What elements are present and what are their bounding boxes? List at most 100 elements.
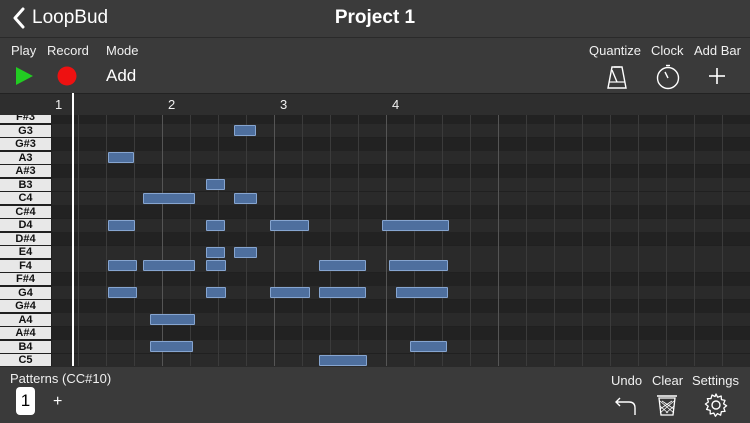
midi-note[interactable]	[389, 260, 448, 272]
piano-key[interactable]: F4	[0, 259, 51, 272]
midi-note[interactable]	[396, 287, 448, 299]
clear-label: Clear	[652, 373, 684, 388]
grid-line	[554, 115, 555, 366]
note-lane[interactable]	[52, 205, 750, 218]
piano-key[interactable]: A#4	[0, 327, 51, 340]
undo-button[interactable]	[614, 394, 638, 416]
grid-line	[414, 115, 415, 366]
midi-note[interactable]	[270, 219, 309, 231]
midi-note[interactable]	[319, 354, 367, 366]
playhead[interactable]	[72, 93, 74, 366]
midi-note[interactable]	[206, 246, 225, 258]
midi-note[interactable]	[410, 341, 447, 353]
timer-icon	[656, 64, 680, 90]
midi-note[interactable]	[270, 287, 310, 299]
grid-line	[134, 115, 135, 366]
piano-key[interactable]: D4	[0, 219, 51, 232]
piano-key[interactable]: D#4	[0, 232, 51, 245]
midi-note[interactable]	[108, 260, 137, 272]
piano-key[interactable]: E4	[0, 246, 51, 259]
midi-note[interactable]	[150, 341, 193, 353]
midi-note[interactable]	[234, 125, 256, 137]
note-lane[interactable]	[52, 164, 750, 178]
piano-key[interactable]: C#4	[0, 205, 51, 218]
metronome-icon	[607, 66, 627, 89]
piano-key[interactable]: G#3	[0, 138, 51, 151]
piano-key[interactable]: C4	[0, 192, 51, 205]
midi-note[interactable]	[143, 192, 195, 204]
note-lane[interactable]	[52, 115, 750, 124]
midi-note[interactable]	[234, 246, 257, 258]
piano-key[interactable]: B4	[0, 340, 51, 353]
note-lane[interactable]	[52, 124, 750, 137]
midi-note[interactable]	[150, 314, 195, 326]
midi-note[interactable]	[234, 192, 257, 204]
clear-button[interactable]	[656, 394, 678, 416]
clock-label: Clock	[651, 43, 684, 58]
grid-line	[442, 115, 443, 366]
midi-note[interactable]	[108, 287, 137, 299]
grid-line	[582, 115, 583, 366]
midi-note[interactable]	[108, 152, 134, 164]
pattern-1-button[interactable]: 1	[16, 387, 35, 415]
piano-key[interactable]: G3	[0, 124, 51, 137]
grid-line	[330, 115, 331, 366]
record-button[interactable]	[57, 66, 77, 86]
trash-basket-icon	[657, 395, 677, 416]
midi-note[interactable]	[382, 219, 449, 231]
note-lane[interactable]	[52, 353, 750, 366]
midi-note[interactable]	[206, 287, 226, 299]
piano-key[interactable]: A#3	[0, 165, 51, 178]
midi-note[interactable]	[319, 260, 366, 272]
piano-key[interactable]: C5	[0, 354, 51, 366]
piano-key[interactable]: A3	[0, 151, 51, 164]
clock-button[interactable]	[655, 64, 681, 90]
mode-selector[interactable]: Add	[106, 66, 136, 86]
patterns-label: Patterns (CC#10)	[10, 371, 112, 386]
note-lane[interactable]	[52, 232, 750, 245]
record-icon	[57, 66, 77, 86]
grid-line	[470, 115, 471, 366]
settings-button[interactable]	[704, 393, 728, 417]
note-lane[interactable]	[52, 299, 750, 313]
note-lane[interactable]	[52, 272, 750, 286]
grid-line	[386, 115, 387, 366]
undo-icon	[615, 397, 636, 415]
piano-key[interactable]: G#4	[0, 300, 51, 313]
note-lane[interactable]	[52, 137, 750, 151]
play-button[interactable]	[14, 66, 34, 86]
piano-key[interactable]: F#3	[0, 115, 51, 124]
piano-roll-grid[interactable]: F#3 G3 G#3 A3 A#3 B3 C4 C#4 D4 D#4 E4 F4 F#4 G4 G#4 A4 A…	[0, 115, 750, 366]
midi-note[interactable]	[319, 287, 366, 299]
piano-key[interactable]: F#4	[0, 273, 51, 286]
add-bar-button[interactable]	[707, 66, 727, 86]
midi-note[interactable]	[206, 260, 226, 272]
midi-note[interactable]	[108, 219, 135, 231]
add-bar-label: Add Bar	[694, 43, 741, 58]
piano-keys: F#3 G3 G#3 A3 A#3 B3 C4 C#4 D4 D#4 E4 F4 F#4 G4 G#4 A4 A…	[0, 115, 52, 366]
midi-note[interactable]	[206, 219, 225, 231]
piano-key[interactable]: A4	[0, 313, 51, 326]
quantize-button[interactable]	[605, 64, 629, 90]
mode-label: Mode	[106, 43, 139, 58]
piano-key[interactable]: G4	[0, 286, 51, 299]
note-lane[interactable]	[52, 245, 750, 259]
plus-icon	[709, 68, 725, 84]
quantize-label: Quantize	[589, 43, 642, 58]
bar-number: 4	[392, 97, 400, 112]
grid-line	[274, 115, 275, 366]
note-lane[interactable]	[52, 178, 750, 191]
add-pattern-button[interactable]: +	[53, 393, 62, 411]
grid-line	[638, 115, 639, 366]
grid-line	[162, 115, 163, 366]
grid-line	[106, 115, 107, 366]
grid-line	[78, 115, 79, 366]
nav-bar: LoopBud Project 1	[0, 0, 750, 38]
toolbar: Play Record Mode Quantize Clock Add Bar …	[0, 38, 750, 93]
midi-note[interactable]	[143, 260, 195, 272]
note-lane[interactable]	[52, 326, 750, 340]
note-lane[interactable]	[52, 151, 750, 164]
midi-note[interactable]	[206, 179, 225, 191]
bar-ruler[interactable]: 1 2 3 4	[0, 93, 750, 116]
piano-key[interactable]: B3	[0, 178, 51, 191]
